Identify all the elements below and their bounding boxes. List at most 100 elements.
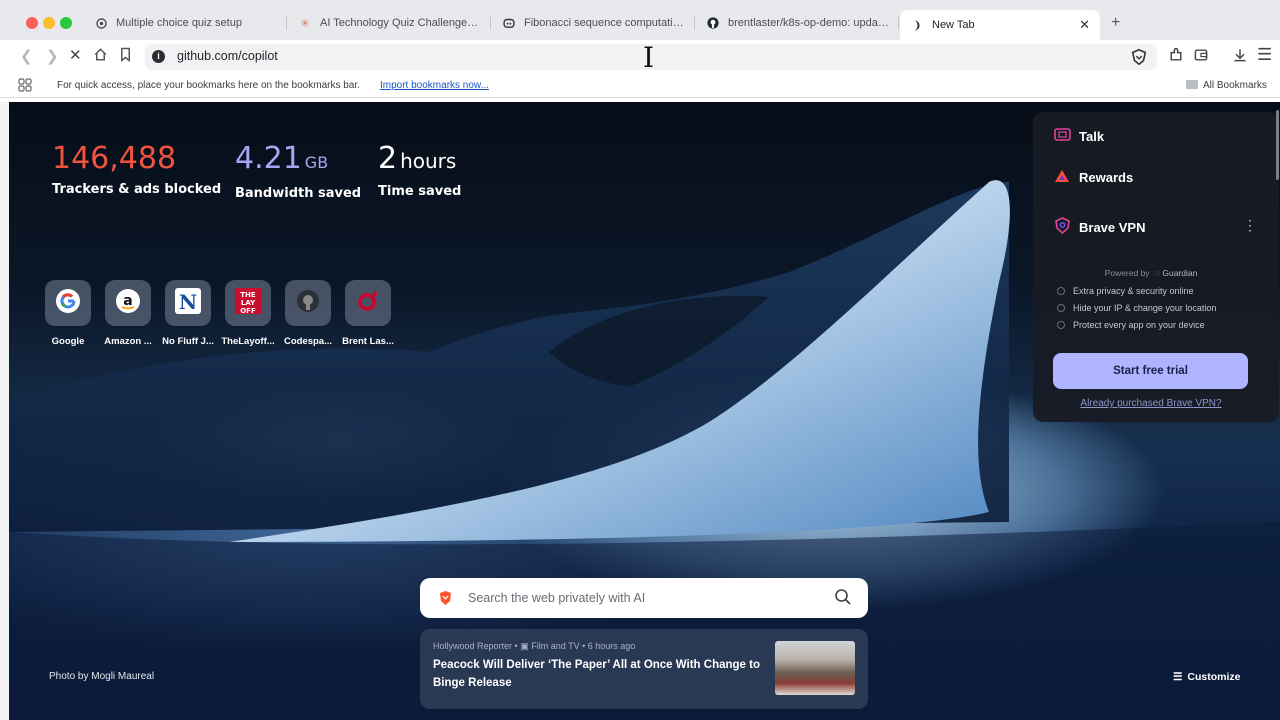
extensions-icon[interactable] <box>1168 47 1184 68</box>
top-site-brent-laster[interactable]: Brent Las... <box>339 280 397 347</box>
github-icon <box>295 288 321 319</box>
tab-title: AI Technology Quiz Challenge - Cl <box>320 17 481 29</box>
thelayoff-icon: THE LAY OFF <box>234 287 262 320</box>
all-bookmarks-button[interactable]: All Bookmarks <box>1186 80 1267 91</box>
news-card[interactable]: Hollywood Reporter • ▣ Film and TV • 6 h… <box>420 629 868 709</box>
top-site-label: Codespa... <box>283 336 333 347</box>
loading-icon: ❩ <box>912 19 922 32</box>
time-value: 2 <box>378 141 398 176</box>
news-category-icon: ▣ <box>520 641 529 651</box>
home-icon[interactable] <box>93 47 108 67</box>
customize-icon: ☰ <box>1173 671 1183 683</box>
forward-icon[interactable]: ❯ <box>46 48 59 66</box>
tab-new-tab[interactable]: ❩ New Tab ✕ <box>900 10 1100 40</box>
tab-quiz-setup[interactable]: Multiple choice quiz setup <box>84 9 287 37</box>
svg-text:THE: THE <box>240 291 256 299</box>
vpn-feature: Extra privacy & security online <box>1057 286 1194 296</box>
news-age: 6 hours ago <box>587 641 636 651</box>
tab-title: Multiple choice quiz setup <box>116 17 242 29</box>
tab-k8s-op-demo[interactable]: brentlaster/k8s-op-demo: updated <box>696 9 899 37</box>
tab-fibonacci[interactable]: Fibonacci sequence computation ii <box>492 9 695 37</box>
new-tab-page: 146,488 Trackers & ads blocked 4.21 GB Ba… <box>9 102 1280 720</box>
copilot-icon <box>502 16 516 30</box>
trackers-label: Trackers & ads blocked <box>52 182 222 197</box>
brave-widgets-panel: Talk Rewards Brave VPN ⋮ Powered by ◌ Gu… <box>1033 112 1279 422</box>
oreilly-icon <box>355 288 381 319</box>
time-stat: 2 hours Time saved <box>378 141 461 200</box>
folder-icon <box>1186 80 1198 89</box>
top-site-label: TheLayoff... <box>221 336 275 347</box>
top-site-google[interactable]: Google <box>39 280 97 347</box>
top-site-label: Brent Las... <box>342 336 394 347</box>
tab-strip: Multiple choice quiz setup ✳ AI Technolo… <box>0 0 1280 40</box>
news-source: Hollywood Reporter <box>433 641 513 651</box>
github-icon <box>706 16 720 30</box>
site-info-icon[interactable]: i <box>152 50 165 63</box>
vpn-feature-text: Extra privacy & security online <box>1073 286 1194 296</box>
news-title[interactable]: Peacock Will Deliver ‘The Paper’ All at … <box>433 656 773 692</box>
photo-credit: Photo by Mogli Maureal <box>49 671 155 682</box>
downloads-icon[interactable] <box>1232 47 1248 68</box>
new-tab-button[interactable]: + <box>1111 14 1120 32</box>
search-icon[interactable] <box>834 588 852 611</box>
start-free-trial-button[interactable]: Start free trial <box>1053 353 1248 389</box>
guardian-label: Guardian <box>1162 268 1198 278</box>
vpn-feature-text: Hide your IP & change your location <box>1073 303 1217 313</box>
close-tab-icon[interactable]: ✕ <box>1079 17 1090 33</box>
customize-label: Customize <box>1187 671 1241 683</box>
svg-text:OFF: OFF <box>240 307 256 315</box>
rewards-icon <box>1053 169 1071 186</box>
vpn-label: Brave VPN <box>1079 219 1146 235</box>
talk-widget[interactable]: Talk <box>1053 128 1104 144</box>
import-bookmarks-link[interactable]: Import bookmarks now... <box>380 80 489 91</box>
news-thumbnail[interactable] <box>775 641 855 695</box>
powered-by-label: Powered by <box>1104 268 1150 278</box>
already-purchased-link[interactable]: Already purchased Brave VPN? <box>1033 398 1269 409</box>
powered-by: Powered by ◌ Guardian <box>1033 268 1269 278</box>
zoom-window-button[interactable] <box>60 17 72 29</box>
search-box[interactable]: Search the web privately with AI <box>420 578 868 618</box>
brave-shields-icon[interactable] <box>1130 48 1148 71</box>
vpn-widget[interactable]: Brave VPN <box>1053 217 1145 237</box>
vpn-feature-text: Protect every app on your device <box>1073 320 1205 330</box>
apps-grid-icon[interactable] <box>18 78 32 95</box>
menu-icon[interactable]: ☰ <box>1257 46 1272 64</box>
claude-icon: ✳ <box>300 17 310 30</box>
bandwidth-value: 4.21 <box>235 141 302 176</box>
vpn-shield-icon <box>1053 217 1071 237</box>
wallet-icon[interactable] <box>1193 47 1209 68</box>
talk-icon <box>1053 128 1071 144</box>
scrollbar[interactable] <box>1276 110 1279 180</box>
top-site-codespaces[interactable]: Codespa... <box>279 280 337 347</box>
chatgpt-icon <box>94 16 108 30</box>
svg-text:a: a <box>123 293 132 309</box>
top-site-amazon[interactable]: a Amazon ... <box>99 280 157 347</box>
bandwidth-stat: 4.21 GB Bandwidth saved <box>235 141 362 202</box>
svg-text:N: N <box>179 290 197 314</box>
more-options-icon[interactable]: ⋮ <box>1243 217 1257 234</box>
minimize-window-button[interactable] <box>43 17 55 29</box>
tab-title: Fibonacci sequence computation ii <box>524 17 685 29</box>
stop-loading-icon[interactable]: ✕ <box>69 47 82 65</box>
vpn-feature: Protect every app on your device <box>1057 320 1205 330</box>
guardian-logo: ◌ Guardian <box>1154 268 1198 278</box>
tab-ai-quiz-challenge[interactable]: ✳ AI Technology Quiz Challenge - Cl <box>288 9 491 37</box>
tab-title: brentlaster/k8s-op-demo: updated <box>728 17 889 29</box>
top-site-thelayoff[interactable]: THE LAY OFF TheLayoff... <box>219 280 277 347</box>
news-category: Film and TV <box>531 641 580 651</box>
top-site-label: Google <box>51 336 85 347</box>
close-window-button[interactable] <box>26 17 38 29</box>
amazon-icon: a <box>115 288 141 319</box>
trackers-stat: 146,488 Trackers & ads blocked <box>52 141 222 198</box>
address-bar-url[interactable]: github.com/copilot <box>177 49 278 63</box>
customize-button[interactable]: ☰ Customize <box>1173 671 1241 683</box>
bookmarks-prompt: For quick access, place your bookmarks h… <box>57 80 360 91</box>
all-bookmarks-label: All Bookmarks <box>1203 80 1267 91</box>
top-site-no-fluff[interactable]: N No Fluff J... <box>159 280 217 347</box>
time-unit: hours <box>400 149 457 173</box>
bandwidth-label: Bandwidth saved <box>235 186 362 201</box>
back-icon[interactable]: ❮ <box>20 48 33 66</box>
trackers-count: 146,488 <box>52 141 177 176</box>
bookmark-icon[interactable] <box>119 47 132 67</box>
rewards-widget[interactable]: Rewards <box>1053 169 1133 186</box>
